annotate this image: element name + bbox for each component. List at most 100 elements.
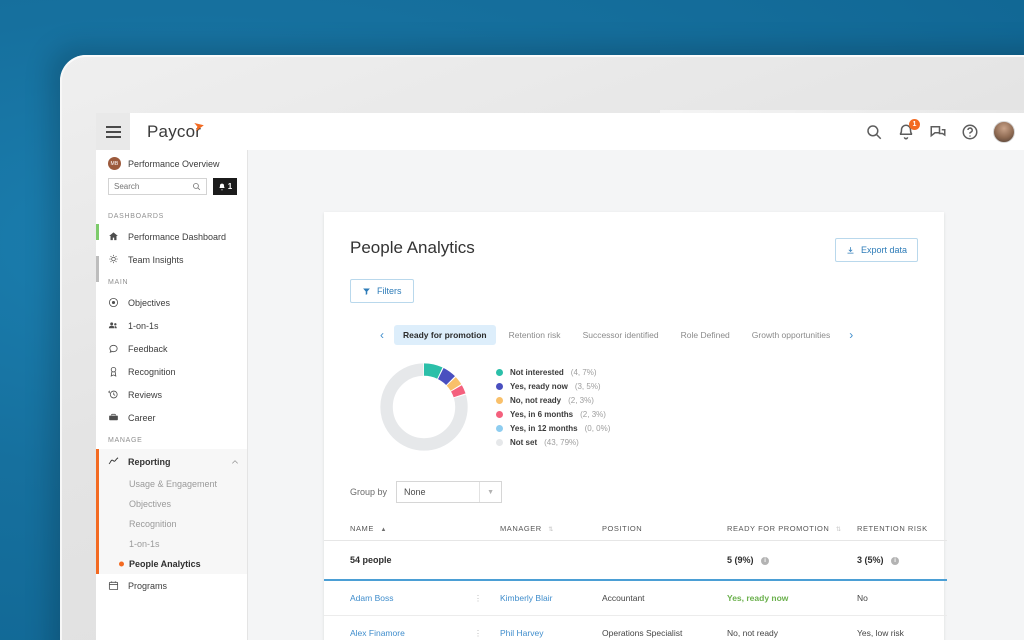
- legend-item[interactable]: Yes, ready now (3, 5%): [496, 382, 610, 391]
- sidebar-subitem-usage-engagement[interactable]: Usage & Engagement: [99, 474, 247, 494]
- row-kebab-menu-icon[interactable]: ⋮: [474, 594, 482, 603]
- export-data-label: Export data: [860, 245, 907, 255]
- search-input[interactable]: [114, 182, 192, 191]
- row-name-link[interactable]: Adam Boss: [350, 593, 393, 603]
- chat-icon[interactable]: [929, 123, 947, 141]
- sidebar-item-reporting[interactable]: Reporting: [99, 449, 247, 474]
- chevron-up-icon[interactable]: [231, 458, 239, 466]
- people-table: NAME ▲ MANAGER ⇅ POSITION READY FOR PROM…: [324, 517, 947, 640]
- help-icon[interactable]: [961, 123, 979, 141]
- tabs-prev-button[interactable]: ‹: [374, 328, 390, 342]
- row-kebab-menu-icon-cell: ⋮: [474, 580, 500, 616]
- column-label: MANAGER: [500, 524, 542, 533]
- column-label: READY FOR PROMOTION: [727, 524, 830, 533]
- column-header-ready-for-promotion[interactable]: READY FOR PROMOTION ⇅: [727, 517, 857, 541]
- notification-badge: 1: [909, 118, 920, 130]
- logo-swoosh-icon: ➤: [192, 116, 207, 134]
- sidebar-group-reporting: Reporting Usage & Engagement Objectives …: [96, 449, 247, 574]
- trend-icon: [108, 456, 119, 467]
- legend-label: Yes, in 12 months: [510, 423, 578, 433]
- review-icon: [108, 389, 119, 400]
- tab-retention-risk[interactable]: Retention risk: [500, 325, 570, 345]
- column-header-position[interactable]: POSITION: [602, 517, 727, 541]
- sidebar-item-team-insights[interactable]: Team Insights: [96, 248, 247, 271]
- legend-label: No, not ready: [510, 395, 562, 405]
- tab-ready-for-promotion[interactable]: Ready for promotion: [394, 325, 496, 345]
- sidebar-subitem-people-analytics[interactable]: People Analytics: [99, 554, 247, 574]
- sidebar-item-programs[interactable]: Programs: [96, 574, 247, 597]
- row-manager-link-cell: Kimberly Blair: [500, 580, 602, 616]
- search-icon[interactable]: [192, 182, 201, 191]
- table-row[interactable]: Adam Boss ⋮ Kimberly Blair Accountant Yes, r…: [324, 580, 947, 616]
- sidebar-section-main: MAIN: [108, 279, 129, 286]
- export-data-button[interactable]: Export data: [834, 238, 918, 262]
- row-manager-link-cell: Phil Harvey: [500, 615, 602, 640]
- tabs-next-button[interactable]: ›: [843, 328, 859, 342]
- donut-chart: [376, 359, 472, 455]
- chevron-down-icon[interactable]: ▼: [479, 482, 501, 502]
- legend-swatch: [496, 424, 503, 432]
- group-by-label: Group by: [350, 487, 388, 497]
- hamburger-icon[interactable]: [96, 113, 130, 150]
- filter-icon: [363, 288, 370, 295]
- group-by-select[interactable]: None ▼: [396, 481, 503, 503]
- search-box[interactable]: [108, 178, 207, 195]
- calendar-icon: [108, 580, 119, 591]
- legend-swatch: [496, 368, 503, 376]
- legend-item[interactable]: Not set (43, 79%): [496, 438, 610, 447]
- legend-item[interactable]: Yes, in 6 months (2, 3%): [496, 410, 610, 419]
- sidebar-item-feedback[interactable]: Feedback: [96, 337, 247, 360]
- column-header-retention-risk[interactable]: RETENTION RISK: [857, 517, 947, 541]
- search-icon[interactable]: [865, 123, 883, 141]
- sidebar-item-career[interactable]: Career: [96, 406, 247, 429]
- row-position-cell: Accountant: [602, 580, 727, 616]
- sidebar-profile[interactable]: MB Performance Overview: [96, 150, 247, 176]
- sidebar-item-recognition[interactable]: Recognition: [96, 360, 247, 383]
- sidebar-item-label: Feedback: [128, 343, 168, 354]
- tab-growth-opportunities[interactable]: Growth opportunities: [743, 325, 839, 345]
- row-manager-link[interactable]: Phil Harvey: [500, 628, 543, 638]
- row-name-link[interactable]: Alex Finamore: [350, 628, 405, 638]
- row-retention-risk-cell: No: [857, 580, 947, 616]
- row-kebab-menu-icon[interactable]: ⋮: [474, 629, 482, 638]
- user-avatar[interactable]: [993, 120, 1015, 143]
- legend-value: (4, 7%): [570, 367, 597, 377]
- sidebar-item-1-on-1s[interactable]: 1-on-1s: [96, 314, 247, 337]
- filters-button[interactable]: Filters: [350, 279, 414, 303]
- sidebar-item-objectives[interactable]: Objectives: [96, 291, 247, 314]
- legend-item[interactable]: Yes, in 12 months (0, 0%): [496, 424, 610, 433]
- bell-icon[interactable]: 1: [897, 118, 920, 141]
- info-icon[interactable]: i: [891, 556, 900, 565]
- row-kebab-menu-icon-cell: ⋮: [474, 615, 500, 640]
- award-icon: [108, 366, 119, 377]
- alerts-badge-button[interactable]: 1: [213, 178, 237, 195]
- summary-rfp-value: 5 (9%): [727, 555, 754, 565]
- group-by-value: None: [404, 487, 426, 497]
- tab-role-defined[interactable]: Role Defined: [672, 325, 739, 345]
- sidebar-subitem-objectives[interactable]: Objectives: [99, 494, 247, 514]
- legend-item[interactable]: Not interested (4, 7%): [496, 368, 610, 377]
- summary-people-count: 54 people: [324, 540, 474, 581]
- row-name-link-cell: Adam Boss: [324, 580, 474, 616]
- table-row[interactable]: Alex Finamore ⋮ Phil Harvey Operations Spec…: [324, 615, 947, 640]
- row-ready-for-promotion-cell: Yes, ready now: [727, 580, 857, 616]
- sidebar-item-reviews[interactable]: Reviews: [96, 383, 247, 406]
- row-position-cell: Operations Specialist: [602, 615, 727, 640]
- row-manager-link[interactable]: Kimberly Blair: [500, 593, 552, 603]
- tab-successor-identified[interactable]: Successor identified: [574, 325, 668, 345]
- profile-name: Performance Overview: [128, 158, 220, 169]
- sidebar-subitem-1-on-1s[interactable]: 1-on-1s: [99, 534, 247, 554]
- sidebar-item-performance-dashboard[interactable]: Performance Dashboard: [96, 225, 247, 248]
- legend-item[interactable]: No, not ready (2, 3%): [496, 396, 610, 405]
- column-header-name[interactable]: NAME ▲: [324, 517, 474, 541]
- sidebar-item-label: Programs: [128, 580, 168, 591]
- profile-avatar: MB: [108, 157, 121, 170]
- info-icon[interactable]: i: [761, 556, 770, 565]
- legend-value: (43, 79%): [544, 437, 579, 447]
- alerts-count: 1: [227, 182, 233, 191]
- column-header-manager[interactable]: MANAGER ⇅: [500, 517, 602, 541]
- sidebar-item-label: Reporting: [128, 456, 171, 467]
- row-ready-for-promotion: Yes, ready now: [727, 593, 789, 603]
- sidebar-subitem-recognition[interactable]: Recognition: [99, 514, 247, 534]
- paycor-logo[interactable]: Paycor ➤: [147, 117, 206, 142]
